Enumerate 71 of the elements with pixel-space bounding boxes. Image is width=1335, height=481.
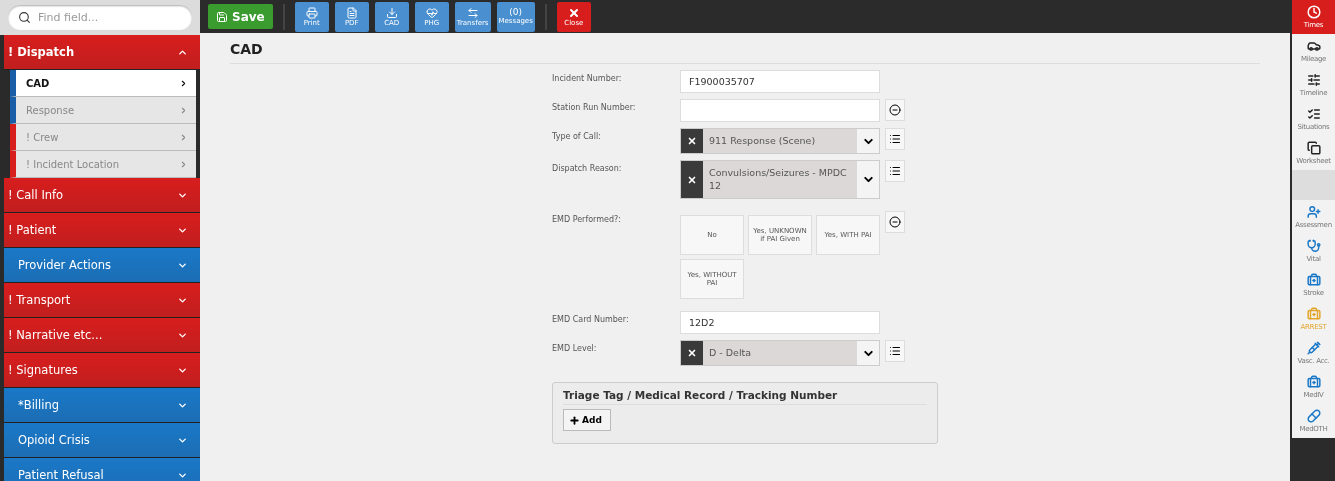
- field-label: Type of Call:: [552, 131, 602, 141]
- field-label: Dispatch Reason:: [552, 163, 623, 174]
- checklist-icon: [1306, 107, 1321, 121]
- stethoscope-icon: [1306, 239, 1321, 253]
- floppy-icon: [216, 10, 228, 23]
- pages-icon: [1306, 141, 1321, 155]
- sidebar-item[interactable]: CAD: [10, 70, 196, 97]
- minus-button[interactable]: [885, 99, 905, 121]
- list-button[interactable]: [885, 160, 905, 183]
- sidebar-section[interactable]: ! Signatures: [4, 353, 200, 388]
- medical-kit-icon: [1306, 307, 1321, 321]
- chevron-icon: [179, 159, 188, 169]
- sidebar-section[interactable]: *Billing: [4, 388, 200, 423]
- select-field[interactable]: 911 Response (Scene): [680, 128, 880, 155]
- chevron-icon: [179, 105, 188, 115]
- clear-icon: [687, 174, 697, 185]
- text-field[interactable]: F1900035707: [680, 70, 880, 93]
- list-button[interactable]: [885, 340, 905, 363]
- chevron-icon: [179, 78, 188, 88]
- printer-icon: [305, 6, 318, 19]
- pill-icon: [1306, 409, 1321, 423]
- list-icon: [889, 165, 901, 178]
- clock-icon: [1306, 5, 1321, 19]
- text-field[interactable]: 12D2: [680, 311, 880, 335]
- sidebar-item[interactable]: ! Incident Location: [10, 151, 196, 178]
- field-label: Station Run Number:: [552, 102, 637, 112]
- minus-icon: [889, 104, 901, 116]
- sidebar-section[interactable]: Patient Refusal: [4, 458, 200, 481]
- field-label: Incident Number:: [552, 73, 623, 83]
- text-field[interactable]: [680, 99, 880, 122]
- list-icon: [889, 133, 901, 145]
- syringe-icon: [1306, 341, 1321, 355]
- select-field[interactable]: D - Delta: [680, 340, 880, 367]
- page-title: CAD: [230, 41, 1260, 64]
- arrows-icon: [466, 6, 479, 19]
- chevron-icon: [179, 132, 188, 142]
- list-button[interactable]: [885, 128, 905, 150]
- sidebar-section[interactable]: ! Call Info: [4, 178, 200, 213]
- car-icon: [1306, 39, 1321, 53]
- list-icon: [889, 345, 901, 358]
- rail-spacer: [1292, 170, 1335, 200]
- clear-icon: [687, 136, 697, 147]
- sliders-icon: [1306, 73, 1321, 87]
- search-icon: [18, 11, 31, 24]
- sidebar-section[interactable]: ! Transport: [4, 283, 200, 318]
- select-field[interactable]: Convulsions/Seizures - MPDC 12: [680, 160, 880, 200]
- save-button[interactable]: Save: [208, 4, 273, 29]
- sidebar-section[interactable]: ! Dispatch: [4, 35, 200, 70]
- heart-icon: [425, 6, 438, 19]
- user-plus-icon: [1306, 205, 1321, 219]
- document-icon: [345, 6, 358, 19]
- field-label: EMD Card Number:: [552, 314, 630, 325]
- medical-kit-icon: [1306, 273, 1321, 287]
- add-button[interactable]: Add: [563, 409, 611, 432]
- sidebar-section[interactable]: ! Narrative etc...: [4, 318, 200, 353]
- sidebar-section[interactable]: Opioid Crisis: [4, 423, 200, 458]
- sidebar-item[interactable]: Response: [10, 97, 196, 124]
- field-label: EMD Level:: [552, 343, 598, 354]
- minus-button[interactable]: [885, 211, 905, 234]
- download-icon: [385, 6, 398, 19]
- sidebar-section[interactable]: Provider Actions: [4, 248, 200, 283]
- plus-icon: [569, 414, 580, 426]
- field-label: EMD Performed?:: [552, 214, 622, 225]
- close-icon: [567, 6, 580, 19]
- search-field[interactable]: Find field...: [8, 5, 192, 30]
- sidebar-item[interactable]: ! Crew: [10, 124, 196, 151]
- medical-kit-icon: [1306, 375, 1321, 389]
- panel-title: Triage Tag / Medical Record / Tracking Number: [563, 389, 927, 406]
- minus-icon: [889, 216, 901, 229]
- sidebar-section[interactable]: ! Patient: [4, 213, 200, 248]
- clear-icon: [687, 348, 697, 359]
